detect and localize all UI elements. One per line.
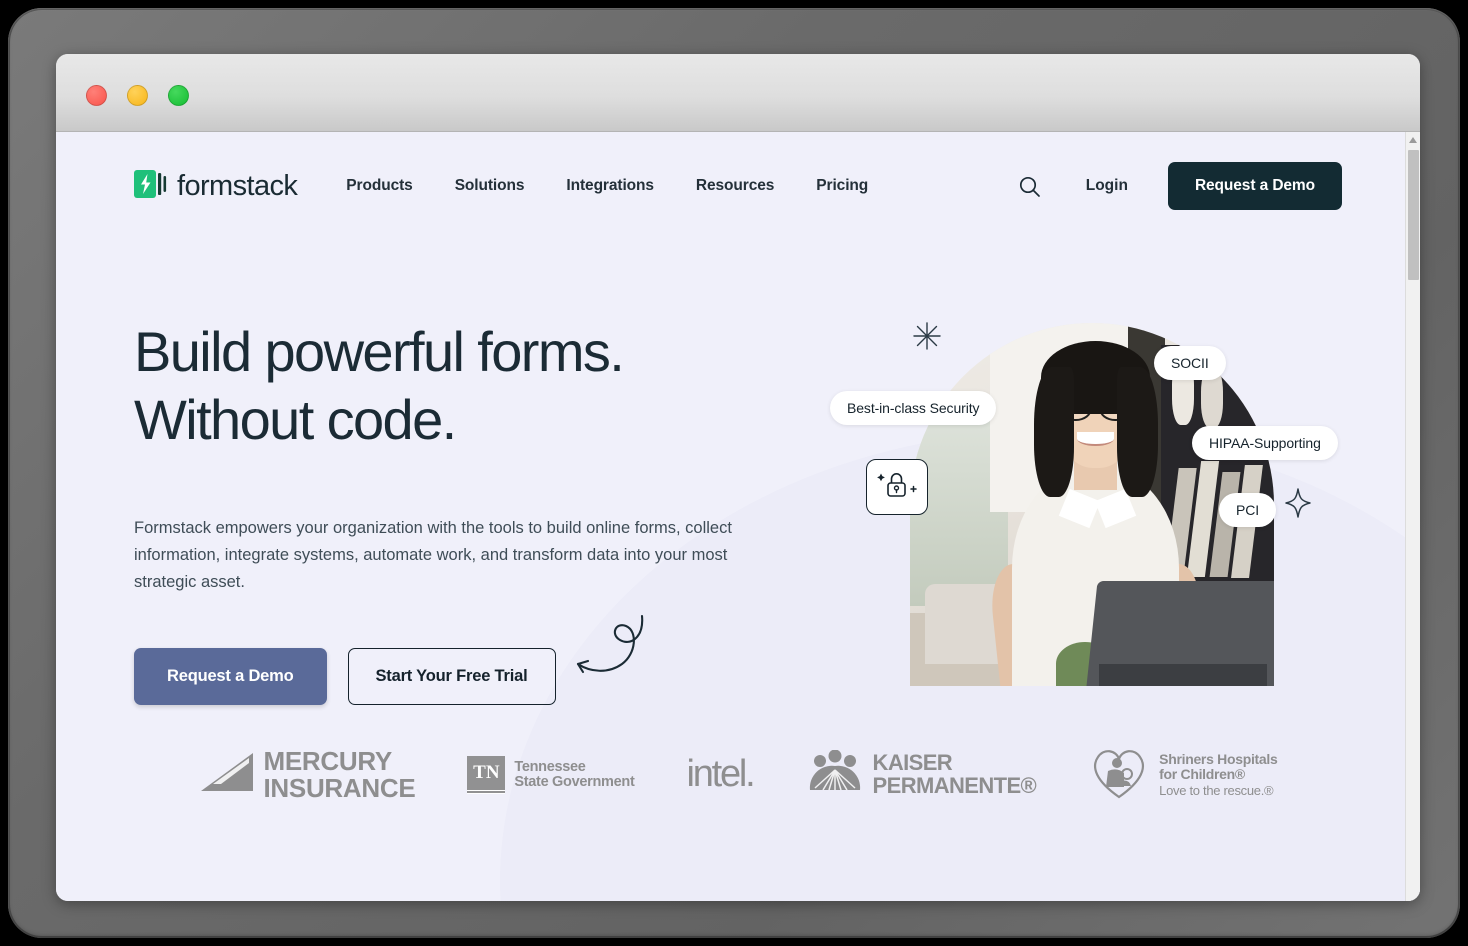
mercury-line-1: MERCURY [263, 746, 393, 777]
client-logo-text: Tennessee State Government [514, 760, 634, 790]
site-header: formstack Products Solutions Integration… [56, 132, 1420, 240]
client-logo-strip: MERCURY INSURANCE TN Tennessee State Gov… [56, 743, 1420, 806]
tn-line-2: State Government [514, 773, 635, 790]
lock-icon [875, 468, 919, 507]
nav-item-solutions[interactable]: Solutions [434, 169, 546, 203]
search-icon[interactable] [1010, 166, 1050, 206]
nav-item-resources[interactable]: Resources [675, 169, 795, 203]
lock-icon-card [866, 459, 928, 515]
kaiser-line-1: KAISER [872, 750, 953, 776]
client-logo-text: KAISER PERMANENTE® [873, 752, 1037, 797]
hero-title-line-2: Without code. [134, 388, 457, 452]
login-link[interactable]: Login [1064, 169, 1150, 203]
tn-line-1: Tennessee [514, 759, 586, 775]
curved-arrow-icon [564, 610, 656, 699]
main-navigation: Products Solutions Integrations Resource… [325, 169, 889, 203]
asterisk-sparkle-icon [912, 321, 942, 356]
client-logo-kaiser-permanente: KAISER PERMANENTE® [806, 749, 1037, 799]
nav-item-products[interactable]: Products [325, 169, 433, 203]
request-demo-button-hero[interactable]: Request a Demo [134, 648, 327, 706]
request-demo-button-header[interactable]: Request a Demo [1167, 162, 1342, 210]
client-logo-text: Shriners Hospitals for Children® Love to… [1159, 752, 1278, 798]
page-scrollbar-track[interactable] [1405, 132, 1420, 901]
page-viewport: formstack Products Solutions Integration… [56, 132, 1420, 901]
brand-name: formstack [177, 169, 298, 202]
client-logo-shriners-hospitals: Shriners Hospitals for Children® Love to… [1088, 743, 1278, 806]
hero-section: Build powerful forms. Without code. Form… [56, 240, 1420, 706]
mercury-line-2: INSURANCE [263, 772, 416, 803]
badge-pci: PCI [1219, 493, 1277, 527]
kaiser-line-2: PERMANENTE® [872, 772, 1037, 798]
badge-socii: SOCII [1154, 346, 1226, 380]
maximize-window-button[interactable] [168, 85, 189, 106]
formstack-logo-icon [134, 169, 168, 204]
hero-title-line-1: Build powerful forms. [134, 320, 625, 383]
nav-item-integrations[interactable]: Integrations [545, 169, 675, 203]
start-free-trial-button[interactable]: Start Your Free Trial [347, 648, 556, 706]
badge-hipaa-supporting: HIPAA-Supporting [1192, 426, 1338, 460]
intel-wordmark: intel. [686, 753, 755, 796]
shriners-tagline: Love to the rescue.® [1159, 782, 1274, 798]
tn-seal-icon: TN [467, 755, 506, 794]
close-window-button[interactable] [86, 85, 107, 106]
badge-best-in-class-security: Best-in-class Security [830, 391, 997, 425]
client-logo-mercury-insurance: MERCURY INSURANCE [199, 748, 416, 801]
scroll-up-arrow-icon[interactable] [1409, 137, 1417, 143]
sunburst-people-icon [806, 749, 864, 799]
hero-content: Build powerful forms. Without code. Form… [134, 318, 824, 706]
scroll-thumb[interactable] [1408, 150, 1419, 280]
nav-item-pricing[interactable]: Pricing [795, 169, 889, 203]
minimize-window-button[interactable] [127, 85, 148, 106]
device-frame: formstack Products Solutions Integration… [8, 8, 1460, 938]
page-title: Build powerful forms. Without code. [134, 318, 824, 455]
client-logo-intel: intel. [686, 753, 755, 796]
brand-logo-link[interactable]: formstack [134, 169, 298, 204]
hero-cta-group: Request a Demo Start Your Free Trial [134, 615, 824, 706]
client-logo-tennessee-state-government: TN Tennessee State Government [467, 755, 635, 794]
client-logo-text: MERCURY INSURANCE [264, 748, 416, 801]
browser-titlebar [56, 54, 1420, 132]
shriners-line-2: for Children® [1159, 765, 1245, 782]
window-traffic-lights [86, 85, 189, 106]
heart-child-icon [1088, 743, 1150, 806]
hero-subtitle: Formstack empowers your organization wit… [134, 518, 732, 592]
four-point-star-icon [1284, 488, 1312, 523]
browser-window: formstack Products Solutions Integration… [56, 54, 1420, 901]
triangle-swoosh-icon [199, 751, 255, 798]
hero-artwork: Best-in-class Security SOCII HIPAA-Suppo… [824, 318, 1342, 705]
header-actions: Login Request a Demo [1010, 162, 1342, 210]
